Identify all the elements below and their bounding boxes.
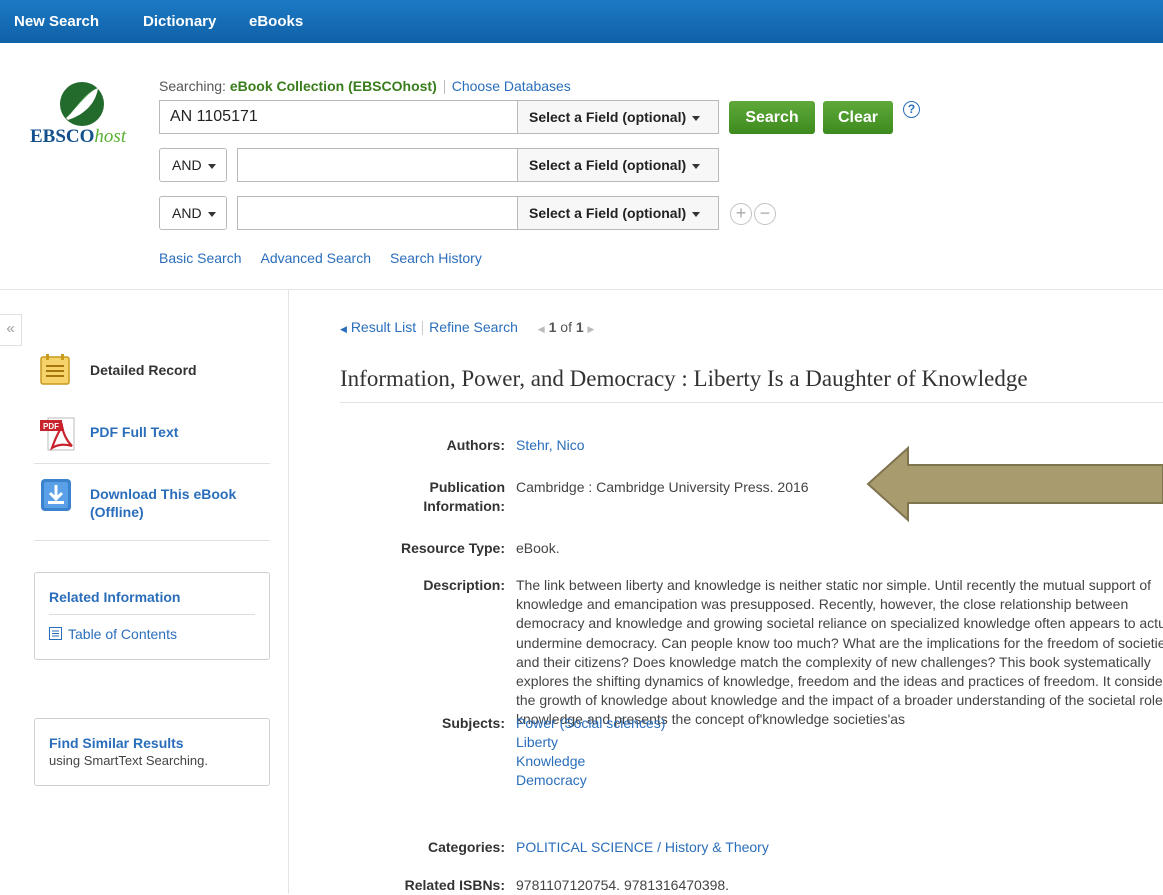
related-information-panel: Related Information Table of Contents [34,572,270,660]
subject-link[interactable]: Liberty [516,733,558,752]
result-navigation: ◀ Result List Refine Search ◀ 1 of 1 ▶ [340,319,595,336]
annotation-arrow-icon [866,446,1163,522]
publication-label: Publication Information: [423,479,505,514]
search-box-1[interactable] [159,100,518,134]
categories-label: Categories: [427,839,505,855]
description-text: The link between liberty and knowledge i… [516,577,1163,728]
remove-row-icon[interactable]: − [754,203,776,225]
help-icon[interactable]: ? [903,101,920,118]
category-link[interactable]: POLITICAL SCIENCE / History & Theory [516,838,769,857]
chevron-down-icon [692,115,701,121]
subject-link[interactable]: Knowledge [516,752,585,771]
related-isbns-value: 9781107120754. 9781316470398. [516,877,730,893]
detailed-record-icon [40,354,70,385]
searching-label: Searching: [159,78,230,94]
publication-value: Cambridge : Cambridge University Press. … [516,479,809,495]
database-name: eBook Collection (EBSCOhost) [229,78,437,94]
ebooks-link[interactable]: eBooks [249,13,303,30]
next-result-icon[interactable]: ▶ [588,324,595,334]
divider [0,289,1163,290]
boolean-select-3[interactable]: AND [159,196,227,230]
search-input-2[interactable] [238,149,517,181]
back-arrow-icon: ◀ [340,324,347,334]
chevron-down-icon [692,163,701,169]
related-information-title: Related Information [49,589,181,605]
download-icon [41,479,71,511]
table-of-contents-link[interactable]: Table of Contents [49,626,177,642]
record-title: Information, Power, and Democracy : Libe… [340,366,1028,391]
resource-type-value: eBook. [516,540,560,556]
table-of-contents-icon [49,627,62,640]
add-row-icon[interactable]: + [730,203,752,225]
resource-type-label: Resource Type: [401,540,505,556]
boolean-select-2[interactable]: AND [159,148,227,182]
search-history-link[interactable]: Search History [390,250,482,266]
choose-databases-link[interactable]: Choose Databases [452,78,571,94]
prev-result-icon[interactable]: ◀ [538,324,545,334]
search-input-1[interactable] [160,101,517,133]
subjects-label: Subjects: [441,715,505,731]
sidebar-divider [288,290,289,894]
description-label: Description: [423,577,505,593]
refine-search-link[interactable]: Refine Search [429,319,518,335]
search-input-3[interactable] [238,197,517,229]
clear-button[interactable]: Clear [823,101,893,134]
top-toolbar: New Search Dictionary eBooks [0,0,1163,43]
search-box-2[interactable] [237,148,518,182]
result-count: ◀ 1 of 1 ▶ [537,319,595,335]
find-similar-subtitle: using SmartText Searching. [49,753,208,768]
pdf-full-text-link: PDF Full Text [90,424,179,440]
result-list-link[interactable]: Result List [351,319,416,335]
chevron-down-icon [207,163,216,169]
ebscohost-logo[interactable]: EBSCOhost [30,80,138,150]
authors-label: Authors: [446,437,505,453]
field-select-3[interactable]: Select a Field (optional) [517,196,719,230]
search-button[interactable]: Search [729,101,815,134]
advanced-search-link[interactable]: Advanced Search [260,250,371,266]
author-link[interactable]: Stehr, Nico [516,436,584,455]
find-similar-panel: Find Similar Results using SmartText Sea… [34,718,270,786]
sidebar-divider-2 [34,540,270,541]
svg-text:PDF: PDF [43,422,59,431]
title-divider [340,402,1163,403]
download-ebook-link: Download This eBook (Offline) [90,486,237,520]
subject-link[interactable]: Power (Social sciences) [516,714,665,733]
chevron-down-icon [207,211,216,217]
find-similar-link[interactable]: Find Similar Results [49,735,184,751]
field-select-2[interactable]: Select a Field (optional) [517,148,719,182]
dictionary-link[interactable]: Dictionary [143,13,216,30]
detailed-record-label: Detailed Record [90,362,197,378]
basic-search-link[interactable]: Basic Search [159,250,241,266]
chevron-down-icon [692,211,701,217]
ebsco-globe-icon [60,82,104,126]
collapse-sidebar-button[interactable]: « [0,314,22,346]
new-search-link[interactable]: New Search [14,13,99,30]
search-mode-links: Basic Search Advanced Search Search Histor… [159,250,501,266]
sidebar-divider-1 [34,463,270,464]
related-isbns-label: Related ISBNs: [404,877,505,893]
logo-text: EBSCOhost [30,126,127,147]
pdf-icon: PDF [40,417,75,451]
search-box-3[interactable] [237,196,518,230]
subject-link[interactable]: Democracy [516,771,587,790]
searching-line: Searching: eBook Collection (EBSCOhost) C… [159,78,571,95]
field-select-1[interactable]: Select a Field (optional) [517,100,719,134]
